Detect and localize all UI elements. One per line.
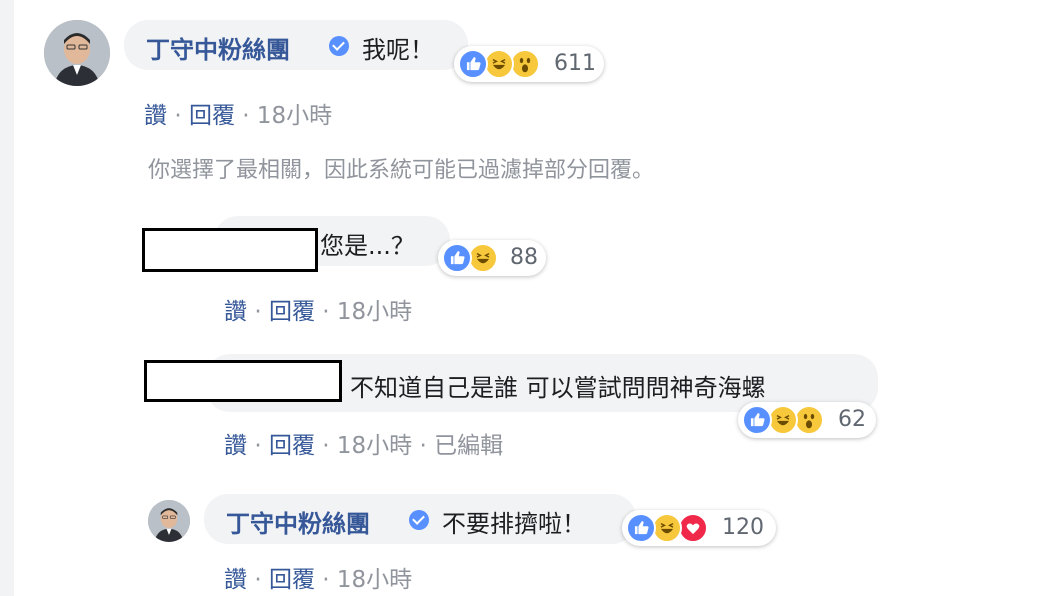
reply-link[interactable]: 回覆: [269, 433, 315, 459]
person-avatar-icon: [44, 20, 110, 86]
reaction-count: 120: [722, 515, 764, 540]
timestamp[interactable]: 18小時: [337, 299, 412, 325]
left-rail: [0, 0, 14, 596]
separator: ·: [254, 299, 262, 325]
comment-text: 不要排擠啦！: [442, 510, 586, 538]
reply-link[interactable]: 回覆: [269, 567, 315, 593]
comment-text: 不知道自己是誰 可以嘗試問問神奇海螺: [350, 374, 766, 402]
like-reaction-icon: [442, 243, 472, 273]
redacted-author-name: [142, 228, 318, 272]
haha-reaction-icon: [768, 405, 798, 435]
separator: ·: [322, 567, 330, 593]
filter-notice: 你選擇了最相關，因此系統可能已過濾掉部分回覆。: [148, 158, 655, 183]
like-link[interactable]: 讚: [144, 103, 167, 129]
like-link[interactable]: 讚: [224, 433, 247, 459]
haha-reaction-icon: [484, 49, 514, 79]
author-name[interactable]: 丁守中粉絲團: [226, 504, 370, 539]
comment-actions: 讚 · 回覆 · 18小時: [224, 560, 412, 594]
comment-text: 我呢！: [362, 36, 434, 64]
redacted-author-name: [144, 360, 342, 402]
reaction-count: 62: [838, 407, 866, 432]
reaction-count: 88: [510, 245, 538, 270]
comment-text: 您是...？: [320, 232, 415, 260]
like-reaction-icon: [742, 405, 772, 435]
wow-reaction-icon: [510, 49, 540, 79]
like-link[interactable]: 讚: [224, 567, 247, 593]
wow-reaction-icon: [794, 405, 824, 435]
comment-bubble: 丁守中粉絲團 我呢！: [124, 20, 468, 70]
timestamp[interactable]: 18小時: [337, 433, 412, 459]
reactions-summary[interactable]: 120: [622, 510, 776, 546]
love-reaction-icon: [678, 513, 708, 543]
reactions-summary[interactable]: 62: [738, 402, 876, 438]
separator: ·: [174, 103, 182, 129]
like-reaction-icon: [626, 513, 656, 543]
avatar[interactable]: [148, 500, 190, 542]
timestamp[interactable]: 18小時: [337, 567, 412, 593]
haha-reaction-icon: [652, 513, 682, 543]
separator: ·: [254, 567, 262, 593]
author-name[interactable]: 丁守中粉絲團: [146, 30, 290, 65]
comment-actions: 讚 · 回覆 · 18小時 · 已編輯: [224, 426, 503, 460]
separator: ·: [254, 433, 262, 459]
comment-actions: 讚 · 回覆 · 18小時: [144, 96, 332, 130]
reactions-summary[interactable]: 611: [454, 46, 604, 82]
reactions-summary[interactable]: 88: [438, 240, 546, 276]
separator: ·: [242, 103, 250, 129]
separator: ·: [322, 299, 330, 325]
verified-badge-icon: [409, 510, 429, 530]
reaction-count: 611: [554, 51, 596, 76]
separator: ·: [419, 433, 427, 459]
comment-actions: 讚 · 回覆 · 18小時: [224, 292, 412, 326]
haha-reaction-icon: [468, 243, 498, 273]
reply-link[interactable]: 回覆: [189, 103, 235, 129]
like-link[interactable]: 讚: [224, 299, 247, 325]
avatar[interactable]: [44, 20, 110, 86]
reply-link[interactable]: 回覆: [269, 299, 315, 325]
timestamp[interactable]: 18小時: [257, 103, 332, 129]
edited-label[interactable]: 已編輯: [434, 433, 503, 459]
comment-bubble: 丁守中粉絲團 不要排擠啦！: [204, 494, 636, 544]
person-avatar-icon: [148, 500, 190, 542]
verified-badge-icon: [329, 36, 349, 56]
separator: ·: [322, 433, 330, 459]
like-reaction-icon: [458, 49, 488, 79]
